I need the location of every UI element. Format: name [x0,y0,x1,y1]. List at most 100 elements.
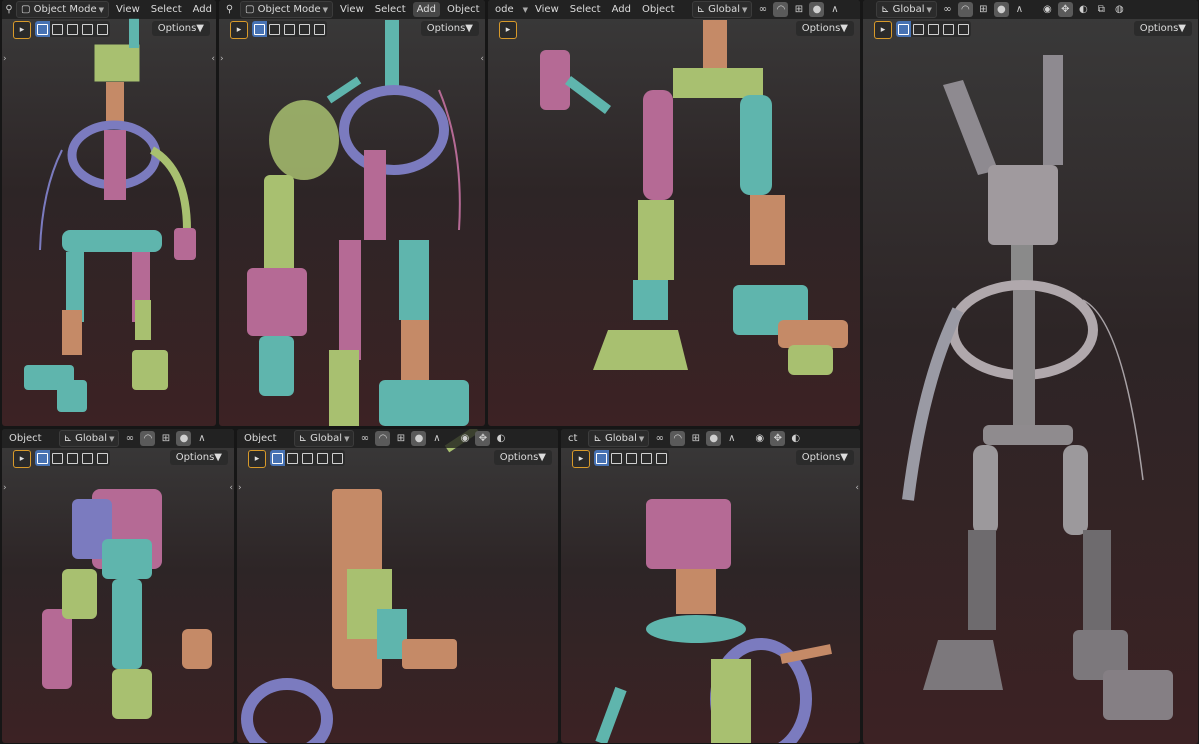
orientation-select[interactable]: ⊾ Global ▼ [293,430,355,447]
mode-set-icon[interactable] [270,450,285,466]
viewport-5[interactable]: Object ⊾ Global ▼ ∞ ◠ ⊞ ● ∧ ▸ Options ▼ › … [2,429,234,743]
mode-select[interactable]: ode [491,2,518,17]
selection-mode-group[interactable] [594,450,669,466]
viewport-7[interactable]: ct ⊾ Global ▼ ∞ ◠ ⊞ ● ∧ ◉ ✥ ◐ ▸ Options ▼ … [561,429,860,743]
select-menu[interactable]: Select [566,2,605,17]
orientation-select[interactable]: ⊾ Global ▼ [588,430,650,447]
falloff-icon[interactable]: ∧ [1012,2,1027,17]
mode-subtract-icon[interactable] [65,450,80,466]
proportional-icon[interactable]: ● [176,431,192,446]
mode-subtract-icon[interactable] [282,21,297,37]
gizmo-icon[interactable]: ✥ [770,431,786,446]
selection-mode-group[interactable] [270,450,345,466]
mode-extend-icon[interactable] [609,450,624,466]
mode-intersect-icon[interactable] [956,21,971,37]
mode-set-icon[interactable] [252,21,267,37]
mode-select[interactable]: ▢ Object Mode ▼ [240,1,334,18]
select-box-icon[interactable]: ▸ [874,21,892,39]
visibility-icon[interactable]: ◉ [1040,2,1055,17]
object-menu[interactable]: Object [5,431,46,446]
snap-icon[interactable]: ◠ [375,431,391,446]
select-box-icon[interactable]: ▸ [248,450,266,468]
options-button[interactable]: Options ▼ [1133,21,1192,36]
viewport-4[interactable]: ⊾ Global ▼ ∞ ◠ ⊞ ● ∧ ◉ ✥ ◐ ⧉ ◍ ▸ Options ▼ [863,0,1198,744]
mode-invert-icon[interactable] [297,21,312,37]
proportional-icon[interactable]: ● [993,2,1009,17]
link-icon[interactable]: ∞ [357,431,372,446]
link-icon[interactable]: ∞ [940,2,955,17]
mode-invert-icon[interactable] [80,21,95,37]
view-menu[interactable]: View [531,2,563,17]
mode-extend-icon[interactable] [911,21,926,37]
mode-subtract-icon[interactable] [624,450,639,466]
gizmo-icon[interactable]: ✥ [475,431,491,446]
mode-subtract-icon[interactable] [300,450,315,466]
options-button[interactable]: Options ▼ [420,21,479,36]
mode-intersect-icon[interactable] [654,450,669,466]
viewport-2[interactable]: ⚲ ▢ Object Mode ▼ View Select Add Object … [219,0,485,426]
orientation-select[interactable]: ⊾ Global ▼ [58,430,120,447]
mode-extend-icon[interactable] [50,450,65,466]
proportional-icon[interactable]: ● [809,2,825,17]
link-icon[interactable]: ∞ [122,431,137,446]
options-button[interactable]: Options ▼ [795,21,854,36]
object-menu[interactable]: Object [240,431,281,446]
mode-invert-icon[interactable] [941,21,956,37]
mode-set-icon[interactable] [896,21,911,37]
object-menu[interactable]: Object [638,2,679,17]
snap-increment-icon[interactable]: ⊞ [976,2,991,17]
snap-icon[interactable]: ◠ [670,431,686,446]
sidebar-expand-icon[interactable]: ‹ [211,54,215,64]
falloff-icon[interactable]: ∧ [194,431,209,446]
editor-type-icon[interactable]: ⚲ [222,2,237,17]
orientation-select[interactable]: ⊾ Global ▼ [691,1,753,18]
link-icon[interactable]: ∞ [652,431,667,446]
shading-icon[interactable]: ◍ [1112,2,1127,17]
viewport-3[interactable]: ode ▼ View Select Add Object ⊾ Global ▼ ∞… [488,0,860,426]
snap-increment-icon[interactable]: ⊞ [158,431,173,446]
falloff-icon[interactable]: ∧ [827,2,842,17]
mode-intersect-icon[interactable] [330,450,345,466]
options-button[interactable]: Options ▼ [493,450,552,465]
select-box-icon[interactable]: ▸ [499,21,517,39]
mode-select[interactable]: ▢ Object Mode ▼ [16,1,110,18]
selection-mode-group[interactable] [35,450,110,466]
select-box-icon[interactable]: ▸ [13,21,31,39]
mode-subtract-icon[interactable] [926,21,941,37]
mode-intersect-icon[interactable] [312,21,327,37]
add-menu[interactable]: Add [608,2,635,17]
falloff-icon[interactable]: ∧ [724,431,739,446]
mode-invert-icon[interactable] [639,450,654,466]
toolbar-expand-icon[interactable]: › [3,54,7,64]
mode-set-icon[interactable] [35,450,50,466]
mode-subtract-icon[interactable] [65,21,80,37]
proportional-icon[interactable]: ● [706,431,722,446]
object-menu[interactable]: ct [564,431,581,446]
overlay-icon[interactable]: ◐ [493,431,508,446]
proportional-icon[interactable]: ● [411,431,427,446]
select-box-icon[interactable]: ▸ [572,450,590,468]
xray-icon[interactable]: ⧉ [1094,2,1109,17]
mode-set-icon[interactable] [35,21,50,37]
overlay-icon[interactable]: ◐ [788,431,803,446]
toolbar-expand-icon[interactable]: › [3,483,7,493]
visibility-icon[interactable]: ◉ [752,431,767,446]
mode-set-icon[interactable] [594,450,609,466]
add-menu[interactable]: Add [189,2,216,17]
snap-icon[interactable]: ◠ [140,431,156,446]
mode-invert-icon[interactable] [80,450,95,466]
selection-mode-group[interactable] [896,21,971,37]
view-menu[interactable]: View [336,2,368,17]
sidebar-expand-icon[interactable]: ‹ [480,54,484,64]
selection-mode-group[interactable] [35,21,110,37]
add-menu[interactable]: Add [412,2,440,17]
object-menu[interactable]: Object [443,2,484,17]
select-menu[interactable]: Select [147,2,186,17]
viewport-1[interactable]: ⚲ ▢ Object Mode ▼ View Select Add ▸ Optio… [2,0,216,426]
link-icon[interactable]: ∞ [755,2,770,17]
gizmo-icon[interactable]: ✥ [1057,2,1073,17]
orientation-select[interactable]: ⊾ Global ▼ [876,1,937,18]
mode-invert-icon[interactable] [315,450,330,466]
mode-extend-icon[interactable] [267,21,282,37]
mode-extend-icon[interactable] [50,21,65,37]
